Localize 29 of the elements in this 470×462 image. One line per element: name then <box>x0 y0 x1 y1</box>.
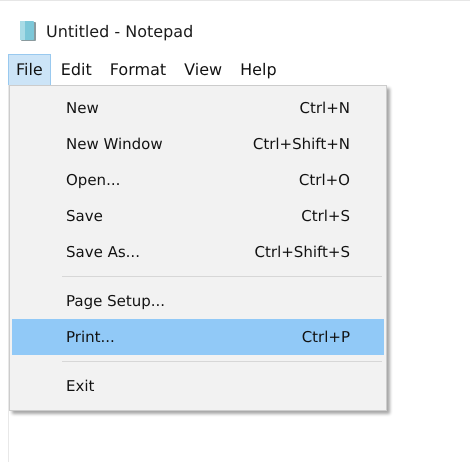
notepad-icon <box>18 20 38 42</box>
menu-item[interactable]: Save As... Ctrl+Shift+S <box>12 234 384 270</box>
shortcut-text: Ctrl+S <box>301 207 350 225</box>
menu-item[interactable]: Save Ctrl+S <box>12 198 384 234</box>
shortcut-text: Ctrl+O <box>298 171 350 189</box>
menu-bar-item[interactable]: File <box>8 54 51 86</box>
window-title: Untitled - Notepad <box>46 22 194 40</box>
menu-item[interactable]: Exit <box>12 368 384 404</box>
menu-item-label: Save As... <box>66 243 140 261</box>
shortcut-text: Ctrl+Shift+S <box>254 243 350 261</box>
menu-item-label: Save <box>66 207 103 225</box>
menu-bar-item[interactable]: Format <box>102 54 174 86</box>
menu-bar-item[interactable]: Help <box>232 54 285 86</box>
menu-bar-item[interactable]: View <box>176 54 230 86</box>
menu-item[interactable]: Print... Ctrl+P <box>12 319 384 355</box>
menu-item[interactable]: New Ctrl+N <box>12 90 384 126</box>
shortcut-text: Ctrl+P <box>302 328 350 346</box>
menu-item[interactable]: Page Setup... <box>12 283 384 319</box>
menu-item-label: New Window <box>66 135 163 153</box>
menu-item-label: New <box>66 99 99 117</box>
menu-item[interactable]: New Window Ctrl+Shift+N <box>12 126 384 162</box>
menu-item[interactable]: Open... Ctrl+O <box>12 162 384 198</box>
menu-item-label: Page Setup... <box>66 292 166 310</box>
menu-item-label: Open... <box>66 171 120 189</box>
menu-item-label: Print... <box>66 328 115 346</box>
menu-item-label: Exit <box>66 377 94 395</box>
shortcut-text: Ctrl+Shift+N <box>252 135 350 153</box>
menu-bar-item[interactable]: Edit <box>52 54 100 86</box>
shortcut-text: Ctrl+N <box>300 99 350 117</box>
